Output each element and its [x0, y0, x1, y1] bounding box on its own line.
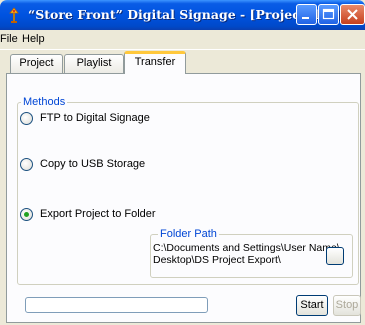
radio-ftp-label[interactable]: FTP to Digital Signage	[40, 112, 150, 124]
tab-project[interactable]: Project	[10, 54, 63, 73]
menu-bar: File Help	[0, 30, 365, 50]
title-bar[interactable]: “Store Front” Digital Signage - [Project…	[0, 0, 365, 30]
browse-folder-button[interactable]	[326, 247, 344, 265]
tab-strip: Project Playlist Transfer	[0, 50, 365, 74]
tab-playlist[interactable]: Playlist	[64, 54, 124, 73]
folder-path-line-2: Desktop\DS Project Export\	[153, 254, 281, 266]
menu-file[interactable]: File	[0, 33, 18, 45]
radio-selected-dot	[24, 212, 29, 217]
folder-path-value: C:\Documents and Settings\User Name\ Des…	[153, 242, 340, 266]
folder-path-label: Folder Path	[158, 228, 219, 240]
menu-help[interactable]: Help	[22, 33, 45, 45]
radio-usb[interactable]	[20, 158, 33, 171]
app-window: “Store Front” Digital Signage - [Project…	[0, 0, 365, 325]
radio-export-folder[interactable]	[20, 208, 33, 221]
folder-path-line-1: C:\Documents and Settings\User Name\	[153, 242, 340, 254]
radio-usb-label[interactable]: Copy to USB Storage	[40, 158, 145, 170]
window-title: “Store Front” Digital Signage - [Project…	[28, 7, 341, 22]
transfer-progress-bar	[25, 297, 208, 313]
signage-app-icon	[6, 7, 22, 23]
radio-ftp[interactable]	[20, 112, 33, 125]
close-button[interactable]	[340, 4, 365, 25]
minimize-button[interactable]	[296, 4, 317, 25]
stop-button[interactable]: Stop	[333, 295, 361, 316]
radio-export-folder-label[interactable]: Export Project to Folder	[40, 208, 156, 220]
tab-transfer[interactable]: Transfer	[124, 51, 186, 74]
methods-group-label: Methods	[21, 96, 68, 108]
maximize-button[interactable]	[318, 4, 339, 25]
start-button[interactable]: Start	[296, 295, 328, 316]
